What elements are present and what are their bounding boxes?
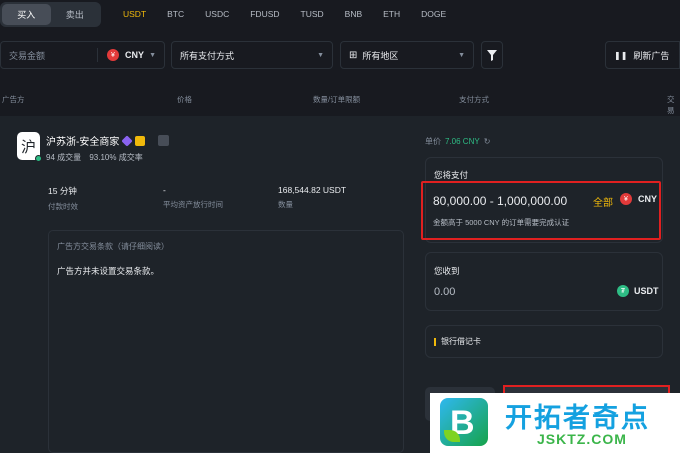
refresh-icon[interactable]: ↻ [484, 137, 491, 146]
verified-diamond-icon [121, 134, 134, 147]
coin-tab-bnb[interactable]: BNB [345, 9, 362, 19]
chevron-down-icon: ▼ [149, 51, 156, 59]
region-filter[interactable]: ⊞ 所有地区 ▼ [340, 41, 474, 69]
terms-box: 广告方交易条款（请仔细阅读） 广告方并未设置交易条款。 [48, 230, 404, 453]
payment-filter-label: 所有支付方式 [180, 50, 235, 61]
payment-filter[interactable]: 所有支付方式 ▼ [171, 41, 333, 69]
avatar[interactable]: 沪 [17, 132, 42, 162]
watermark-logo: B [440, 398, 488, 446]
yuan-icon: ¥ [107, 49, 119, 61]
col-advertiser: 广告方 [2, 95, 25, 104]
unit-price: 单价 7.06 CNY ↻ [425, 136, 490, 147]
payment-method-marker [434, 337, 436, 346]
buy-tab[interactable]: 买入 [2, 4, 51, 25]
coin-tab-btc[interactable]: BTC [167, 9, 184, 19]
pay-amount-field[interactable]: 80,000.00 - 1,000,000.00 全部 ¥ CNY 金额高于 5… [421, 181, 661, 240]
receive-currency: ₮ USDT [617, 285, 659, 297]
online-indicator [35, 155, 42, 162]
quantity-label: 数量 [278, 200, 293, 209]
watermark-url: JSKTZ.COM [537, 431, 627, 447]
pause-icon: ❚❚ [614, 50, 628, 60]
col-trade: 交易 [667, 95, 675, 115]
currency-select[interactable]: ¥ CNY [107, 49, 144, 61]
grid-icon: ⊞ [349, 49, 358, 61]
amount-input[interactable]: 交易金额 [9, 49, 45, 62]
pay-all-button[interactable]: 全部 [593, 194, 613, 209]
release-time-label: 平均资产放行时间 [163, 200, 223, 209]
coin-tab-eth[interactable]: ETH [383, 9, 400, 19]
unit-price-label: 单价 [425, 137, 441, 146]
merchant-header: 沪苏浙-安全商家 [46, 133, 170, 148]
terms-text: 广告方并未设置交易条款。 [57, 266, 160, 276]
chevron-down-icon: ▼ [458, 51, 465, 59]
receive-amount: 0.00 [434, 286, 456, 298]
avatar-char: 沪 [20, 138, 36, 156]
funnel-icon [487, 49, 497, 61]
currency-label: CNY [125, 50, 145, 60]
receive-currency-label: USDT [634, 286, 659, 296]
merchant-stats: 94 成交量 93.10% 成交率 [46, 152, 143, 163]
pay-currency-label: CNY [638, 194, 658, 204]
quantity-value: 168,544.82 USDT [278, 185, 347, 195]
receive-label: 您收到 [434, 266, 460, 276]
payment-method-label: 银行借记卡 [441, 337, 481, 346]
merchant-name[interactable]: 沪苏浙-安全商家 [46, 133, 119, 148]
pay-time-label: 付款时效 [48, 202, 78, 211]
buy-sell-toggle: 买入 卖出 [0, 2, 101, 27]
col-payment: 支付方式 [459, 95, 489, 104]
unit-price-value: 7.06 CNY [445, 137, 480, 146]
yuan-icon: ¥ [620, 193, 632, 205]
pay-amount-input[interactable]: 80,000.00 - 1,000,000.00 [433, 194, 567, 208]
region-filter-label: 所有地区 [362, 50, 399, 61]
filter-button[interactable] [481, 41, 503, 69]
tether-icon: ₮ [617, 285, 629, 297]
coin-tab-usdt[interactable]: USDT [123, 9, 146, 19]
watermark-title: 开拓者奇点 [505, 403, 650, 434]
receive-section: 您收到 0.00 ₮ USDT [425, 252, 663, 311]
order-count: 94 成交量 [46, 153, 82, 162]
pay-time-stat: 15 分钟 付款时效 [48, 185, 78, 212]
merchant-shield-icon [135, 135, 146, 146]
qr-icon[interactable] [158, 135, 170, 146]
chevron-down-icon: ▼ [317, 51, 324, 59]
coin-tabs: USDT BTC USDC FDUSD TUSD BNB ETH DOGE [123, 9, 467, 19]
release-time-stat: - 平均资产放行时间 [163, 185, 223, 210]
coin-tab-usdc[interactable]: USDC [205, 9, 229, 19]
pay-time-value: 15 分钟 [48, 186, 77, 196]
payment-method-select[interactable]: 银行借记卡 [425, 325, 663, 358]
pay-currency: ¥ CNY [620, 193, 657, 205]
coin-tab-doge[interactable]: DOGE [421, 9, 446, 19]
refresh-ads-button[interactable]: ❚❚ 刷新广告 [605, 41, 680, 69]
terms-title: 广告方交易条款（请仔细阅读） [57, 242, 169, 251]
sell-tab[interactable]: 卖出 [51, 4, 100, 25]
refresh-ads-label: 刷新广告 [633, 50, 670, 61]
completion-rate: 93.10% 成交率 [89, 153, 143, 162]
pay-hint: 金额高于 5000 CNY 的订单需要完成认证 [433, 218, 570, 227]
col-limit: 数量/订单限额 [313, 95, 361, 104]
divider [97, 48, 98, 62]
amount-filter[interactable]: 交易金额 ¥ CNY ▼ [0, 41, 165, 69]
coin-tab-tusd[interactable]: TUSD [301, 9, 324, 19]
col-price: 价格 [177, 95, 192, 104]
coin-tab-fdusd[interactable]: FDUSD [250, 9, 279, 19]
pay-label: 您将支付 [434, 170, 469, 180]
quantity-stat: 168,544.82 USDT 数量 [278, 185, 346, 210]
release-time-value: - [163, 185, 166, 195]
